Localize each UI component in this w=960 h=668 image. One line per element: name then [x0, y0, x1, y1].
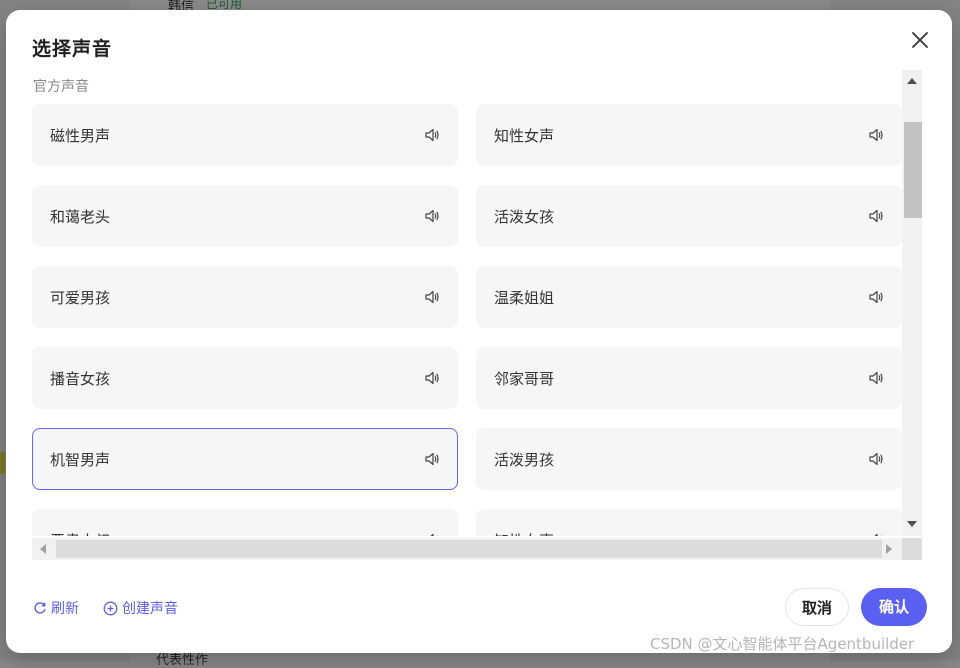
speaker-icon[interactable] — [424, 451, 440, 467]
voice-list[interactable]: 官方声音 磁性男声 知性女声 和蔼老头 活泼女孩 可爱男孩 温柔姐姐 播音女孩 邻家哥哥 机智男… — [32, 70, 902, 536]
create-voice-label: 创建声音 — [122, 601, 178, 617]
voice-card-label: 播音女孩 — [50, 370, 111, 388]
speaker-icon[interactable] — [868, 289, 884, 305]
section-label: 官方声音 — [33, 79, 89, 95]
scroll-down-arrow-icon[interactable] — [907, 521, 917, 527]
speaker-icon[interactable] — [868, 451, 884, 467]
speaker-icon[interactable] — [424, 532, 440, 536]
dialog-title: 选择声音 — [32, 38, 113, 60]
horizontal-scrollbar-thumb[interactable] — [56, 540, 882, 558]
voice-card[interactable]: 活泼男孩 — [476, 428, 902, 490]
voice-card[interactable]: 活泼女孩 — [476, 185, 902, 247]
voice-card-label: 温柔姐姐 — [494, 289, 555, 307]
confirm-button[interactable]: 确认 — [861, 588, 927, 626]
voice-card[interactable]: 磁性男声 — [32, 104, 458, 166]
voice-card[interactable]: 温柔姐姐 — [476, 266, 902, 328]
create-voice-button[interactable]: 创建声音 — [103, 598, 178, 618]
voice-card-label: 知性女声 — [494, 127, 555, 145]
voice-card[interactable]: 知性女声 — [476, 509, 902, 536]
scroll-left-arrow-icon[interactable] — [40, 544, 46, 554]
speaker-icon[interactable] — [424, 208, 440, 224]
voice-card[interactable]: 播音女孩 — [32, 347, 458, 409]
voice-card-label: 和蔼老头 — [50, 208, 111, 226]
speaker-icon[interactable] — [424, 289, 440, 305]
voice-card-label: 邻家哥哥 — [494, 370, 555, 388]
voice-card-label: 磁性男声 — [50, 127, 111, 145]
voice-card[interactable]: 知性女声 — [476, 104, 902, 166]
plus-circle-icon — [103, 601, 118, 615]
voice-card-label: 机智男声 — [50, 451, 111, 469]
speaker-icon[interactable] — [868, 208, 884, 224]
refresh-label: 刷新 — [51, 601, 79, 617]
voice-card[interactable]: 机智男声 — [32, 428, 458, 490]
voice-card-label: 严肃大叔 — [50, 530, 110, 536]
voice-card[interactable]: 邻家哥哥 — [476, 347, 902, 409]
voice-card[interactable]: 和蔼老头 — [32, 185, 458, 247]
speaker-icon[interactable] — [868, 370, 884, 386]
voice-card[interactable]: 严肃大叔 — [32, 509, 458, 536]
cancel-button[interactable]: 取消 — [785, 588, 849, 626]
voice-card-label: 活泼男孩 — [494, 451, 555, 469]
voice-card-label: 知性女声 — [494, 530, 554, 536]
close-button[interactable] — [908, 28, 932, 52]
speaker-icon[interactable] — [868, 532, 884, 536]
speaker-icon[interactable] — [424, 127, 440, 143]
scroll-up-arrow-icon[interactable] — [907, 78, 917, 84]
voice-card-label: 活泼女孩 — [494, 208, 555, 226]
scroll-right-arrow-icon[interactable] — [886, 544, 892, 554]
speaker-icon[interactable] — [424, 370, 440, 386]
voice-select-dialog: 选择声音 官方声音 磁性男声 知性女声 和蔼老头 活泼女孩 可爱男孩 温柔姐姐 播音女孩 邻家… — [6, 10, 952, 653]
scrollbar-corner — [902, 538, 922, 560]
refresh-icon — [34, 602, 46, 614]
voice-card[interactable]: 可爱男孩 — [32, 266, 458, 328]
watermark: CSDN @文心智能体平台Agentbuilder — [650, 635, 915, 653]
close-icon — [912, 32, 928, 48]
speaker-icon[interactable] — [868, 127, 884, 143]
vertical-scrollbar-thumb[interactable] — [904, 122, 922, 218]
voice-card-label: 可爱男孩 — [50, 289, 111, 307]
refresh-button[interactable]: 刷新 — [33, 598, 79, 618]
